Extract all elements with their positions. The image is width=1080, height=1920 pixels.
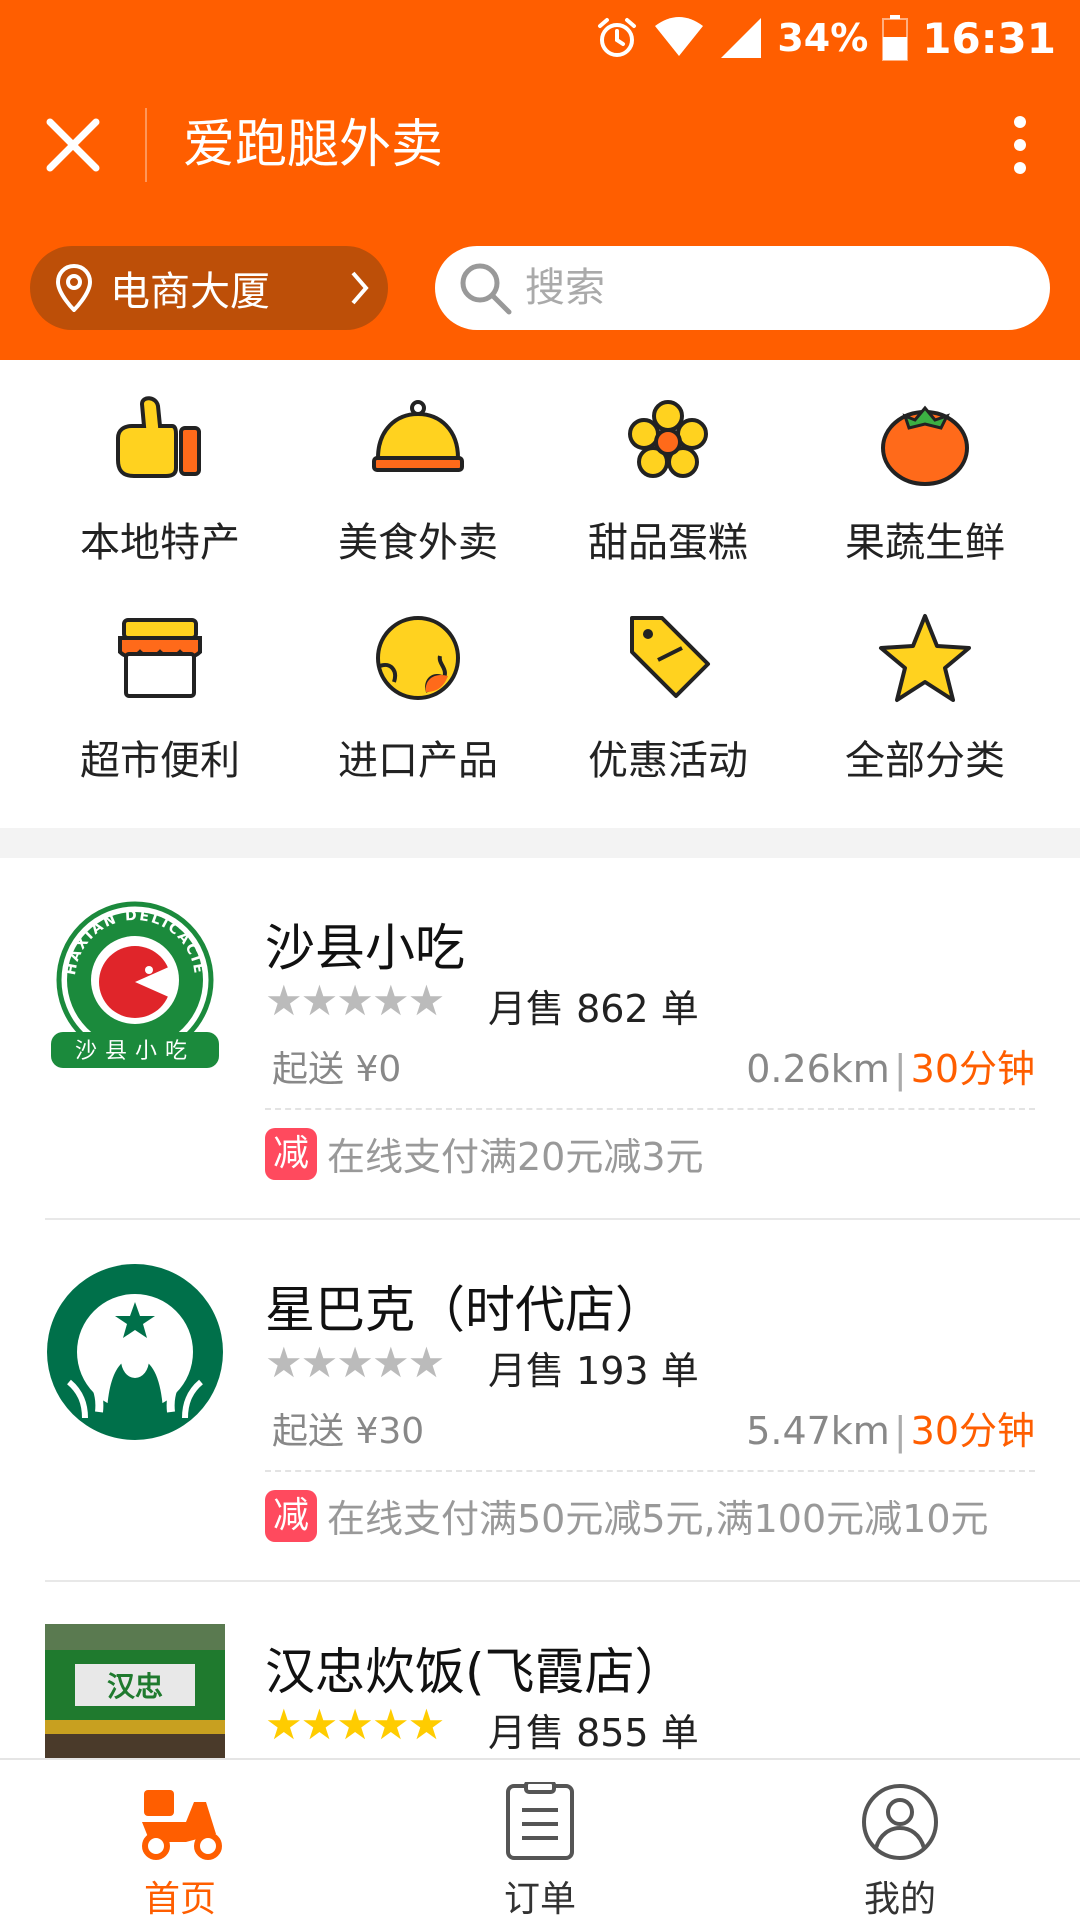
monthly-sales: 月售 855 单	[488, 1711, 699, 1755]
tomato-icon	[881, 405, 969, 486]
promo-text: 在线支付满50元减5元,满100元减10元	[327, 1497, 989, 1541]
status-bar: 34% 16:31	[0, 0, 1080, 76]
delivery-time: 30分钟	[910, 1047, 1035, 1091]
category-desserts[interactable]: 甜品蛋糕	[558, 360, 778, 566]
star-icon	[879, 614, 971, 702]
category-label: 本地特产	[80, 520, 240, 566]
delivery-meta: 0.26km | 30分钟	[746, 1038, 1035, 1093]
chevron-right-icon	[351, 271, 369, 305]
monthly-sales: 月售 862 单	[488, 987, 699, 1031]
meta-separator: |	[893, 1409, 907, 1453]
battery-percent: 34%	[777, 16, 869, 60]
title-bar: 爱跑腿外卖	[0, 100, 1080, 190]
search-box[interactable]	[435, 246, 1050, 330]
promo-row: 减 在线支付满50元减5元,满100元减10元	[265, 1488, 989, 1543]
shop-name: 汉忠炊饭(飞霞店）	[265, 1643, 685, 1701]
order-list-icon	[506, 1782, 574, 1860]
nav-home[interactable]: 首页	[60, 1760, 300, 1920]
category-imported[interactable]: 进口产品	[308, 578, 528, 784]
nav-orders[interactable]: 订单	[420, 1760, 660, 1920]
discount-badge: 减	[265, 1489, 317, 1542]
dashed-divider	[265, 1470, 1035, 1472]
wifi-icon	[655, 17, 704, 56]
page-title: 爱跑腿外卖	[183, 115, 444, 175]
more-menu-icon[interactable]	[1010, 114, 1030, 176]
monthly-sales: 月售 193 单	[488, 1349, 699, 1393]
section-gap	[0, 828, 1080, 858]
shop-logo: SHAXIAN DELICACIES 沙县小吃	[45, 900, 225, 1080]
bottom-navigation: 首页 订单 我的	[0, 1758, 1080, 1920]
nav-label: 首页	[143, 1879, 216, 1920]
category-label: 全部分类	[845, 738, 1005, 784]
rating-stars: ★★★★★	[265, 1700, 445, 1749]
user-icon	[862, 1784, 938, 1860]
min-order: 起送 ¥0	[272, 1049, 402, 1090]
thumbs-up-icon	[116, 396, 201, 478]
distance: 5.47km	[746, 1409, 890, 1453]
shop-logo	[45, 1262, 225, 1442]
shop-name: 沙县小吃	[265, 919, 465, 977]
category-supermarket[interactable]: 超市便利	[50, 578, 270, 784]
search-icon	[460, 263, 512, 315]
delivery-meta: 5.47km | 30分钟	[746, 1400, 1035, 1455]
category-label: 美食外卖	[338, 520, 498, 566]
header: 34% 16:31 爱跑腿外卖 电商大厦 搜索	[0, 0, 1080, 360]
app-root: 34% 16:31 爱跑腿外卖 电商大厦 搜索 本地特产 美食外卖 甜品蛋糕 果…	[0, 0, 1080, 1920]
category-label: 超市便利	[80, 738, 240, 784]
globe-icon	[376, 616, 460, 700]
category-label: 优惠活动	[588, 738, 748, 784]
battery-icon	[882, 15, 909, 61]
rating-stars: ★★★★★	[265, 976, 445, 1025]
dashed-divider	[265, 1108, 1035, 1110]
location-pin-icon	[56, 264, 92, 312]
shop-item[interactable]: 星巴克（时代店） ★★★★★ 月售 193 单 起送 ¥30 5.47km | 30…	[0, 1220, 1080, 1582]
nav-label: 我的	[863, 1879, 936, 1920]
shop-name: 星巴克（时代店）	[265, 1281, 665, 1339]
store-icon	[118, 618, 202, 698]
category-promotions[interactable]: 优惠活动	[558, 578, 778, 784]
category-food-delivery[interactable]: 美食外卖	[308, 360, 528, 566]
food-cloche-icon	[372, 400, 464, 472]
category-label: 甜品蛋糕	[588, 520, 748, 566]
category-all[interactable]: 全部分类	[815, 578, 1035, 784]
clock: 16:31	[922, 13, 1056, 63]
min-order: 起送 ¥30	[272, 1411, 425, 1452]
flower-icon	[628, 400, 708, 478]
promo-row: 减 在线支付满20元减3元	[265, 1126, 704, 1181]
category-label: 果蔬生鲜	[845, 520, 1005, 566]
location-name: 电商大厦	[110, 269, 270, 315]
alarm-icon	[598, 18, 637, 57]
category-fresh-produce[interactable]: 果蔬生鲜	[815, 360, 1035, 566]
shop-item[interactable]: SHAXIAN DELICACIES 沙县小吃 沙县小吃 ★★★★★ 月售 86…	[0, 858, 1080, 1220]
svg-text:汉忠: 汉忠	[107, 1670, 163, 1703]
nav-label: 订单	[503, 1879, 576, 1920]
close-icon[interactable]	[40, 112, 106, 178]
title-divider	[145, 108, 147, 182]
promo-text: 在线支付满20元减3元	[327, 1135, 704, 1179]
meta-separator: |	[893, 1047, 907, 1091]
category-label: 进口产品	[338, 738, 498, 784]
location-selector[interactable]: 电商大厦	[30, 246, 388, 330]
scooter-icon	[142, 1790, 222, 1860]
svg-text:沙县小吃: 沙县小吃	[75, 1039, 195, 1064]
delivery-time: 30分钟	[910, 1409, 1035, 1453]
rating-stars: ★★★★★	[265, 1338, 445, 1387]
search-input[interactable]	[525, 265, 1005, 311]
category-grid: 本地特产 美食外卖 甜品蛋糕 果蔬生鲜 超市便利 进口产品 优惠活动 全部分类	[0, 360, 1080, 828]
coupon-tag-icon	[630, 616, 710, 698]
distance: 0.26km	[746, 1047, 890, 1091]
category-local-specialty[interactable]: 本地特产	[50, 360, 270, 566]
signal-icon	[721, 18, 762, 58]
discount-badge: 减	[265, 1127, 317, 1180]
nav-profile[interactable]: 我的	[780, 1760, 1020, 1920]
